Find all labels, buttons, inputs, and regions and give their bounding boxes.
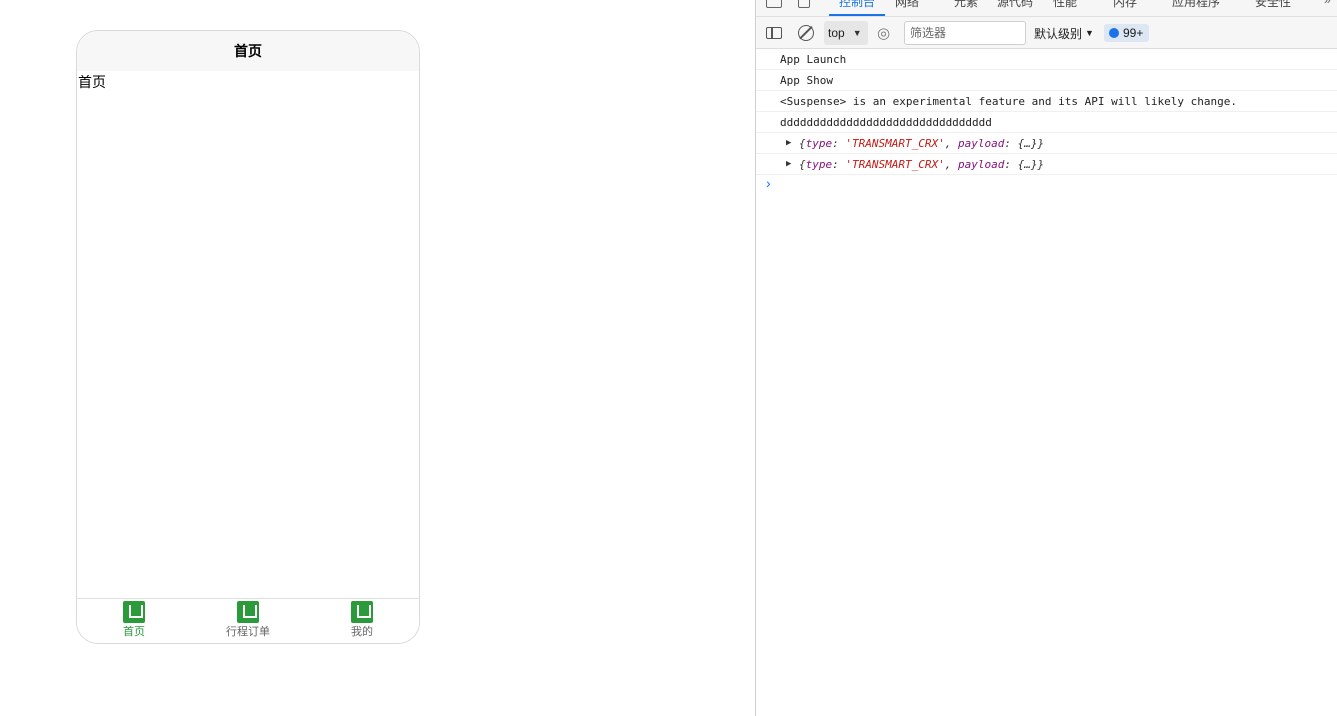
tab-mine[interactable]: 我的	[305, 599, 419, 643]
console-message: dddddddddddddddddddddddddddddddd	[756, 112, 1337, 133]
inspect-element-icon[interactable]	[766, 0, 782, 8]
tab-performance[interactable]: 性能	[1053, 0, 1077, 10]
tab-security[interactable]: 安全性	[1255, 0, 1291, 10]
expand-arrow-icon[interactable]: ▶	[786, 159, 791, 169]
console-toolbar: top ▼ ◎ 默认级别 ▼ 99+	[756, 17, 1337, 49]
tab-label: 首页	[123, 626, 145, 638]
expand-arrow-icon[interactable]: ▶	[786, 138, 791, 148]
console-output: App Launch App Show <Suspense> is an exp…	[756, 49, 1337, 195]
dropdown-caret-icon: ▼	[852, 28, 862, 38]
page-text: 首页	[78, 74, 106, 90]
tab-application[interactable]: 应用程序	[1172, 0, 1220, 10]
tab-sources[interactable]: 源代码	[997, 0, 1033, 10]
log-level-value: 默认级别	[1034, 26, 1083, 41]
phone-simulator: 首页 首页 首页 行程订单 我的	[76, 30, 420, 644]
device-toolbar-icon[interactable]	[798, 0, 810, 8]
tab-console[interactable]: 控制台	[839, 0, 875, 10]
console-object: {type: 'TRANSMART_CRX', payload: {…}}	[799, 157, 1045, 171]
log-level-selector[interactable]: 默认级别 ▼	[1034, 17, 1094, 49]
console-object-row[interactable]: ▶ {type: 'TRANSMART_CRX', payload: {…}}	[756, 154, 1337, 175]
context-selector[interactable]: top ▼	[824, 21, 868, 45]
more-tabs-icon[interactable]: »	[1324, 0, 1331, 7]
page-title: 首页	[234, 43, 262, 59]
context-value: top	[828, 26, 845, 40]
issues-badge[interactable]: 99+	[1104, 24, 1150, 42]
tab-label: 行程订单	[226, 626, 270, 638]
console-message: <Suspense> is an experimental feature an…	[756, 91, 1337, 112]
tab-home[interactable]: 首页	[77, 599, 191, 643]
dropdown-caret-icon: ▼	[1085, 28, 1094, 38]
console-prompt[interactable]: ›	[756, 175, 1337, 195]
console-message: App Show	[756, 70, 1337, 91]
console-object: {type: 'TRANSMART_CRX', payload: {…}}	[799, 136, 1045, 150]
prompt-chevron-icon: ›	[766, 175, 771, 191]
devtools-tab-strip: 控制台 网络 元素 源代码 性能 内存 应用程序 安全性 »	[756, 0, 1337, 17]
tab-elements[interactable]: 元素	[954, 0, 978, 10]
tab-bar: 首页 行程订单 我的	[77, 598, 419, 643]
live-expression-eye-icon[interactable]: ◎	[877, 17, 890, 49]
issues-count: 99+	[1123, 26, 1144, 40]
navigation-bar: 首页	[77, 31, 419, 71]
console-object-row[interactable]: ▶ {type: 'TRANSMART_CRX', payload: {…}}	[756, 133, 1337, 154]
issues-icon	[1109, 28, 1119, 38]
uni-app-icon	[237, 601, 259, 623]
clear-console-icon[interactable]	[798, 17, 814, 49]
console-message: App Launch	[756, 49, 1337, 70]
tab-memory[interactable]: 内存	[1113, 0, 1137, 10]
filter-input[interactable]	[904, 21, 1026, 45]
uni-app-icon	[351, 601, 373, 623]
tab-label: 我的	[351, 626, 373, 638]
active-tab-indicator	[829, 14, 885, 16]
tab-trip-orders[interactable]: 行程订单	[191, 599, 305, 643]
tab-network[interactable]: 网络	[895, 0, 919, 10]
devtools-panel: 控制台 网络 元素 源代码 性能 内存 应用程序 安全性 » top ▼ ◎ 默…	[755, 0, 1337, 716]
sidebar-toggle-icon[interactable]	[766, 17, 784, 49]
uni-app-icon	[123, 601, 145, 623]
page-content: 首页	[77, 71, 419, 598]
